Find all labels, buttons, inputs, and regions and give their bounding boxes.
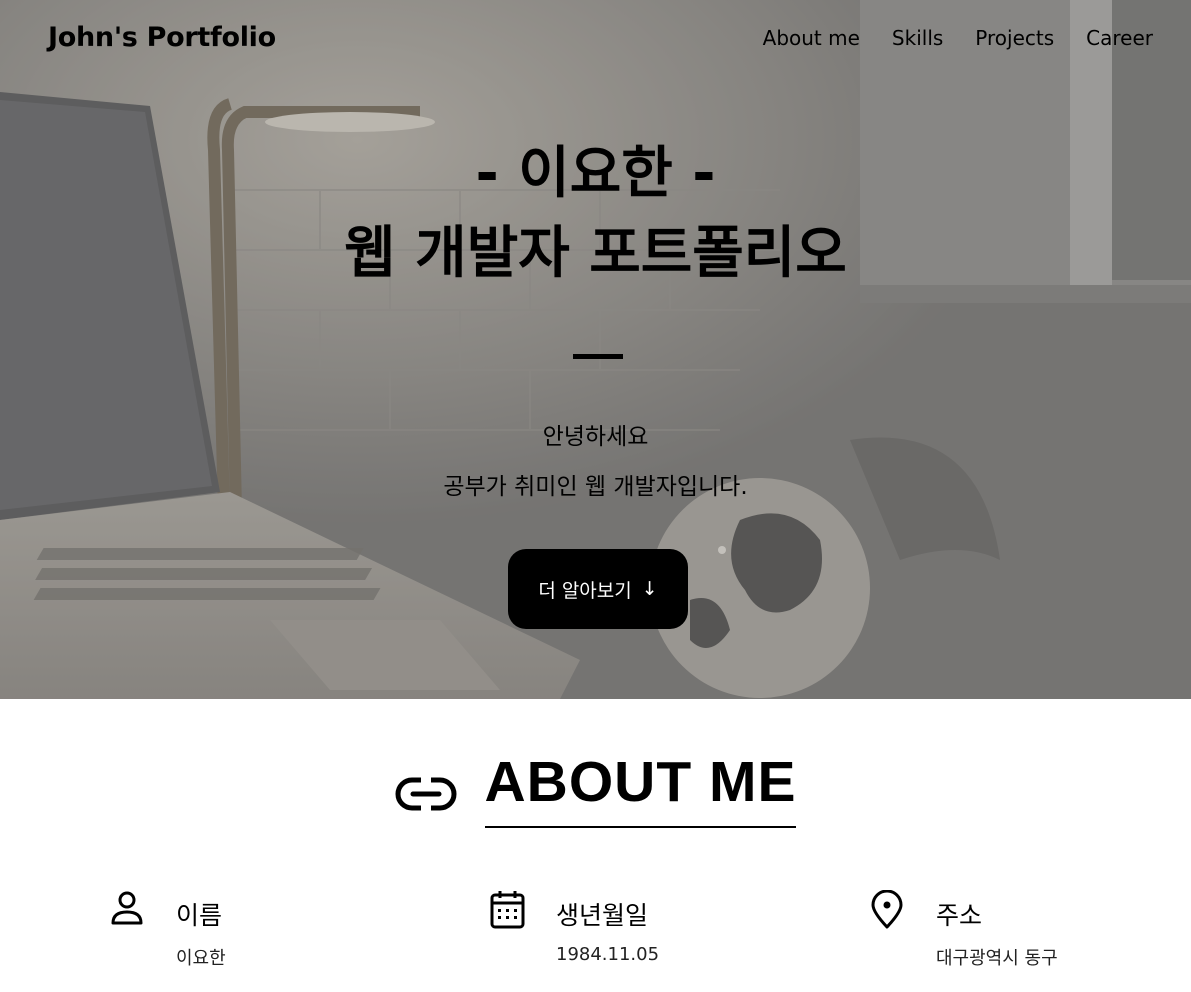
hero-greeting: 안녕하세요: [542, 424, 649, 450]
hero-title-name: - 이요한 -: [475, 141, 716, 206]
hero-divider: [573, 354, 623, 359]
hero-title-subtitle: 웹 개발자 포트폴리오: [344, 221, 847, 286]
brand-logo[interactable]: John's Portfolio: [48, 22, 276, 53]
about-title: ABOUT ME: [484, 752, 797, 828]
info-label-name: 이름: [176, 901, 223, 930]
nav-link-about-me[interactable]: About me: [763, 26, 860, 50]
hero-section: John's Portfolio About me Skills Project…: [0, 0, 1191, 699]
info-value-birthdate: 1984.11.05: [556, 944, 660, 965]
nav-link-career[interactable]: Career: [1086, 26, 1153, 50]
learn-more-button[interactable]: 더 알아보기 ↓: [508, 549, 688, 629]
info-label-birthdate: 생년월일: [556, 901, 649, 930]
nav-link-skills[interactable]: Skills: [892, 26, 943, 50]
nav-links: About me Skills Projects Career: [763, 26, 1153, 50]
link-icon: [395, 777, 456, 811]
info-value-name: 이요한: [176, 948, 226, 969]
info-item-birthdate: 생년월일 1984.11.05: [490, 890, 830, 980]
arrow-down-icon: ↓: [641, 578, 658, 600]
about-heading: ABOUT ME: [0, 752, 1191, 828]
nav-link-projects[interactable]: Projects: [975, 26, 1054, 50]
top-navbar: John's Portfolio About me Skills Project…: [0, 0, 1191, 80]
calendar-icon: [490, 891, 525, 929]
location-pin-icon: [871, 890, 903, 929]
info-item-name: 이름 이요한: [110, 890, 450, 980]
info-label-address: 주소: [936, 901, 983, 930]
hero-intro-text: 안녕하세요 공부가 취미인 웹 개발자입니다.: [0, 412, 1191, 512]
info-item-address: 주소 대구광역시 동구: [870, 890, 1191, 980]
hero-description: 공부가 취미인 웹 개발자입니다.: [443, 474, 748, 500]
hero-title: - 이요한 - 웹 개발자 포트폴리오: [0, 134, 1191, 294]
learn-more-label: 더 알아보기: [538, 579, 632, 602]
person-icon: [111, 891, 143, 925]
info-value-address: 대구광역시 동구: [936, 948, 1058, 969]
